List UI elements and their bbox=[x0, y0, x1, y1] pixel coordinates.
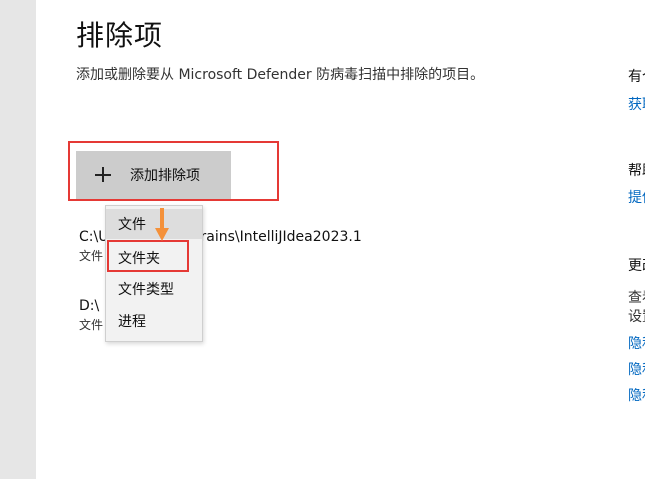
right-link-privacy-1[interactable]: 隐私 bbox=[628, 333, 645, 353]
right-link-privacy-2[interactable]: 隐私 bbox=[628, 359, 645, 379]
right-link-get[interactable]: 获取 bbox=[628, 94, 645, 114]
left-navigation-rail bbox=[0, 0, 36, 479]
add-exclusion-button[interactable]: 添加排除项 bbox=[76, 151, 231, 199]
exclusion-path: D:\ bbox=[79, 298, 100, 314]
right-info-panel: 有个 获取 帮助 提供 更改 查看 设置 隐私 隐私 隐私 bbox=[628, 0, 645, 479]
pointer-arrow-icon bbox=[155, 208, 169, 241]
menu-item-process[interactable]: 进程 bbox=[106, 306, 202, 336]
right-heading-change: 更改 bbox=[628, 258, 645, 274]
page-title: 排除项 bbox=[76, 19, 164, 52]
menu-item-file-type[interactable]: 文件类型 bbox=[106, 274, 202, 304]
menu-item-folder[interactable]: 文件夹 bbox=[106, 243, 202, 273]
right-link-provide[interactable]: 提供 bbox=[628, 187, 645, 207]
exclusion-type: 文件 bbox=[79, 318, 104, 332]
page-description: 添加或删除要从 Microsoft Defender 防病毒扫描中排除的项目。 bbox=[76, 67, 485, 83]
exclusion-item[interactable]: D:\ 文件 bbox=[79, 298, 103, 333]
right-link-privacy-3[interactable]: 隐私 bbox=[628, 385, 645, 405]
right-text-settings: 设置 bbox=[628, 309, 645, 325]
plus-icon bbox=[95, 165, 115, 185]
right-heading-feedback: 有个 bbox=[628, 69, 645, 85]
add-exclusion-label: 添加排除项 bbox=[130, 168, 200, 184]
right-text-view: 查看 bbox=[628, 290, 645, 306]
right-heading-help: 帮助 bbox=[628, 163, 645, 179]
